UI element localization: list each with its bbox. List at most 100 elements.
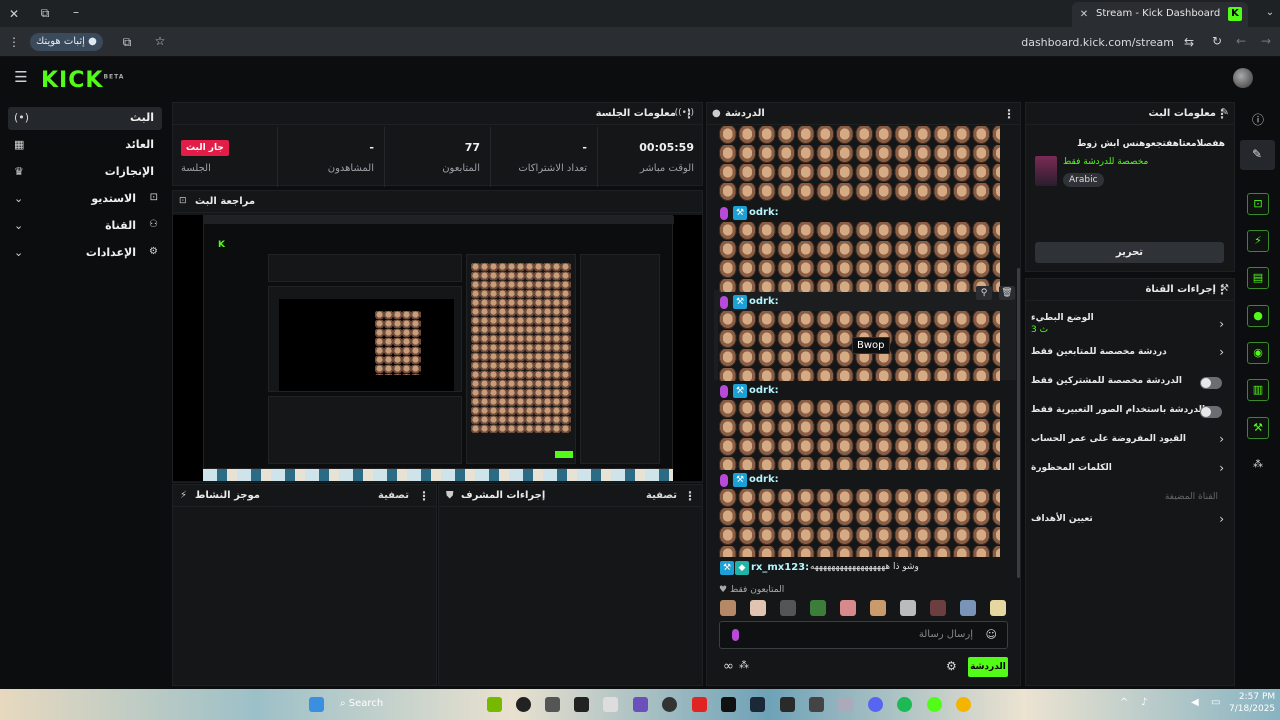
sidebar-item-revenue[interactable]: ▦ العائد — [8, 134, 162, 157]
emote-button[interactable] — [990, 600, 1006, 616]
vpn-icon[interactable] — [633, 697, 648, 712]
sidebar-item-live[interactable]: (•) البث — [8, 107, 162, 130]
rail-broadcast-button[interactable]: ◉ — [1247, 342, 1269, 364]
mic-icon[interactable] — [732, 629, 739, 641]
start-menu-icon[interactable] — [309, 697, 324, 712]
app-icon[interactable] — [545, 697, 560, 712]
edit-stream-button[interactable]: تحرير — [1035, 242, 1224, 263]
tray-chevron-icon[interactable]: ^ — [1120, 697, 1128, 708]
emote-button[interactable] — [750, 600, 766, 616]
account-age-row[interactable]: القيود المفروضة على عمر الحساب › — [1030, 430, 1226, 452]
tiktok-icon[interactable] — [721, 697, 736, 712]
sidebar-item-studio[interactable]: ⌄ الاستديو ⊡ — [8, 188, 162, 211]
emote-button[interactable] — [960, 600, 976, 616]
followers-only-row[interactable]: دردشة مخصصة للمتابعين فقط › — [1030, 343, 1226, 365]
infinity-icon[interactable]: ∞ — [723, 659, 734, 674]
bookmark-star-icon[interactable]: ☆ — [152, 34, 168, 48]
emotes-only-toggle[interactable] — [1200, 406, 1222, 418]
app-icon[interactable] — [809, 697, 824, 712]
url-text[interactable]: dashboard.kick.com/stream — [1021, 36, 1174, 49]
taskbar-search[interactable]: ⌕ Search — [340, 698, 383, 709]
hamburger-menu-icon[interactable]: ☰ — [13, 70, 29, 85]
kick-logo[interactable]: KICKBETA — [41, 68, 124, 93]
filter-button[interactable]: تصفية — [378, 490, 409, 501]
emote-button[interactable] — [780, 600, 796, 616]
more-options-icon[interactable]: ⋮ — [418, 489, 430, 503]
spotify-icon[interactable] — [897, 697, 912, 712]
capcut-icon[interactable] — [574, 697, 589, 712]
rail-tools-button[interactable]: ⚒ — [1247, 417, 1269, 439]
chat-username[interactable]: odrk: — [749, 296, 779, 307]
sidebar-item-settings[interactable]: ⌄ الإعدادات ⚙ — [8, 242, 162, 265]
set-goals-row[interactable]: تعيين الأهداف › — [1030, 510, 1226, 532]
reload-icon[interactable]: ↻ — [1209, 34, 1225, 48]
steam-icon[interactable] — [750, 697, 765, 712]
rail-layout-button[interactable]: ▥ — [1247, 379, 1269, 401]
more-options-icon[interactable]: ⋮ — [1003, 107, 1015, 121]
more-options-icon[interactable]: ⋮ — [684, 489, 696, 503]
browser-icon[interactable] — [956, 697, 971, 712]
chrome-icon[interactable] — [516, 697, 531, 712]
chat-send-button[interactable]: الدردشة — [968, 657, 1008, 677]
browser-tab[interactable]: ✕ Stream - Kick Dashboard K — [1072, 2, 1248, 27]
rail-chat-button[interactable]: ● — [1247, 305, 1269, 327]
site-settings-icon[interactable]: ⇆ — [1181, 35, 1197, 49]
chat-username[interactable]: rx_mx123: — [751, 562, 809, 573]
file-icon[interactable] — [603, 697, 618, 712]
emote-button[interactable] — [720, 600, 736, 616]
apps-dots-icon[interactable]: ⁂ — [1250, 459, 1266, 470]
sidebar-item-achievements[interactable]: ♛ الإنجازات — [8, 161, 162, 184]
pencil-icon: ✎ — [1252, 147, 1263, 161]
back-icon[interactable]: → — [1258, 34, 1274, 48]
user-avatar[interactable] — [1233, 68, 1253, 88]
app-icon[interactable] — [838, 697, 853, 712]
chat-username[interactable]: odrk: — [749, 385, 779, 396]
menu-dots-icon[interactable]: ⋮ — [6, 35, 22, 49]
tab-search-icon[interactable]: ⌄ — [1262, 6, 1278, 20]
battery-icon[interactable]: ▭ — [1211, 697, 1220, 708]
epic-games-icon[interactable] — [780, 697, 795, 712]
slow-mode-row[interactable]: الوضع البطيء 3 ث › — [1030, 313, 1226, 339]
chat-input[interactable]: إرسال رسالة ☺ — [719, 621, 1008, 649]
discord-icon[interactable] — [868, 697, 883, 712]
obs-icon[interactable] — [662, 697, 677, 712]
info-icon[interactable]: ⓘ — [1250, 111, 1266, 128]
dots-group-icon[interactable]: ⁂ — [739, 660, 749, 671]
chat-settings-icon[interactable]: ⚙ — [946, 659, 957, 673]
filter-button[interactable]: تصفية — [646, 490, 677, 501]
sidebar-item-channel[interactable]: ⌄ القناة ⚇ — [8, 215, 162, 238]
emoji-icon[interactable]: ☺ — [986, 628, 997, 641]
close-tab-icon[interactable]: ✕ — [1076, 8, 1092, 22]
chat-username[interactable]: odrk: — [749, 474, 779, 485]
banned-words-row[interactable]: الكلمات المحظورة › — [1030, 459, 1226, 481]
pin-icon[interactable]: ⚲ — [976, 286, 992, 300]
verify-identity-button[interactable]: إثبات هويتك ● — [30, 33, 103, 51]
volume-icon[interactable]: ◀ — [1191, 697, 1199, 708]
forward-icon[interactable]: ← — [1233, 34, 1249, 48]
chat-username[interactable]: odrk: — [749, 207, 779, 218]
rail-notes-button[interactable]: ▤ — [1247, 267, 1269, 289]
emote-button[interactable] — [870, 600, 886, 616]
emote-button[interactable] — [840, 600, 856, 616]
stream-preview-video[interactable]: K — [173, 215, 702, 481]
close-window-icon[interactable]: ✕ — [6, 7, 22, 21]
extensions-icon[interactable]: ⧉ — [119, 35, 135, 49]
emote-button[interactable] — [930, 600, 946, 616]
chat-scrollbar[interactable] — [1017, 268, 1020, 578]
restore-window-icon[interactable]: ⧉ — [37, 6, 53, 20]
minimize-window-icon[interactable]: – — [68, 5, 84, 19]
delete-icon[interactable]: 🗑 — [999, 286, 1015, 300]
youtube-icon[interactable] — [692, 697, 707, 712]
subscribers-only-toggle[interactable] — [1200, 377, 1222, 389]
mic-tray-icon[interactable]: ♪ — [1141, 697, 1147, 708]
emote-button[interactable] — [900, 600, 916, 616]
taskbar-clock[interactable]: 2:57 PM 7/18/2025 — [1229, 691, 1275, 715]
rail-edit-active[interactable]: ✎ — [1240, 140, 1275, 170]
rail-studio-button[interactable]: ⊡ — [1247, 193, 1269, 215]
nvidia-icon[interactable] — [487, 697, 502, 712]
sidebar-item-label: العائد — [125, 138, 154, 151]
rail-activity-button[interactable]: ⚡ — [1247, 230, 1269, 252]
emote-button[interactable] — [810, 600, 826, 616]
kick-app-icon[interactable] — [927, 697, 942, 712]
stream-category[interactable]: مخصصة للدردشة فقط — [1063, 157, 1148, 167]
